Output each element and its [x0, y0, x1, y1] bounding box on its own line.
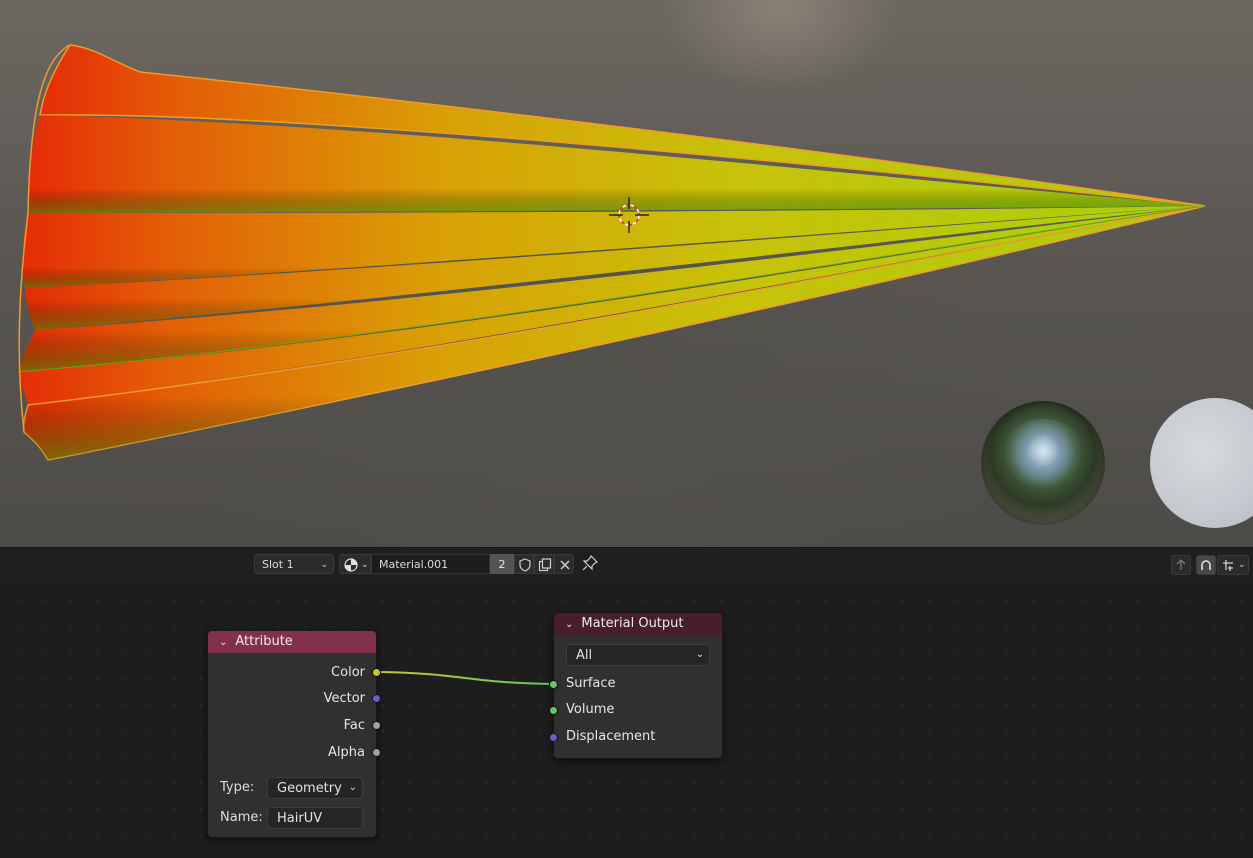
node-editor-canvas[interactable]: ⌄ Attribute Color Vector Fac Alpha Type: …	[0, 580, 1253, 858]
input-label-surface: Surface	[566, 676, 616, 691]
material-name-field[interactable]: Material.001	[371, 554, 490, 574]
attribute-node-header[interactable]: ⌄ Attribute	[208, 631, 376, 653]
snap-toggle[interactable]	[1196, 555, 1216, 575]
unlink-material-button[interactable]	[554, 554, 574, 574]
attribute-node[interactable]: ⌄ Attribute Color Vector Fac Alpha Type: …	[207, 630, 377, 838]
slot-label: Slot 1	[262, 558, 294, 571]
name-label: Name:	[220, 810, 263, 825]
node-title: Attribute	[235, 634, 293, 649]
material-output-node-header[interactable]: ⌄ Material Output	[554, 613, 722, 635]
3d-viewport[interactable]	[0, 0, 1253, 547]
input-socket-displacement[interactable]	[549, 733, 558, 742]
target-value: All	[576, 648, 593, 663]
chevron-down-icon[interactable]: ⌄	[565, 619, 573, 630]
hair-strand-group	[17, 44, 1206, 461]
node-editor-header: Slot 1 ⌄ ⌄ Material.001 2 ⌄	[0, 547, 1253, 580]
material-sphere-icon	[344, 558, 358, 572]
chevron-down-icon: ⌄	[1238, 560, 1246, 570]
fake-user-shield-icon	[519, 558, 531, 572]
material-output-node[interactable]: ⌄ Material Output All ⌄ Surface Volume Di…	[553, 612, 723, 759]
output-label-color: Color	[331, 665, 365, 680]
output-socket-alpha[interactable]	[372, 748, 381, 757]
input-label-volume: Volume	[566, 702, 615, 717]
type-value: Geometry	[277, 781, 342, 796]
output-label-fac: Fac	[343, 718, 365, 733]
snap-icon	[1201, 560, 1211, 570]
transform-icon	[1223, 560, 1233, 571]
output-socket-color[interactable]	[372, 668, 381, 677]
node-title: Material Output	[581, 616, 684, 631]
unlink-x-icon	[560, 560, 570, 570]
output-label-vector: Vector	[323, 691, 365, 706]
browse-material-button[interactable]: ⌄	[339, 554, 371, 574]
parent-arrow-icon	[1176, 559, 1186, 570]
snap-element-dropdown[interactable]: ⌄	[1217, 555, 1249, 575]
input-socket-surface[interactable]	[549, 680, 558, 689]
chevron-down-icon: ⌄	[695, 649, 704, 660]
chevron-down-icon: ⌄	[348, 782, 357, 793]
type-dropdown[interactable]: Geometry ⌄	[267, 777, 363, 799]
input-label-displacement: Displacement	[566, 729, 656, 744]
chevron-down-icon: ⌄	[320, 560, 328, 570]
new-material-button[interactable]	[534, 554, 554, 574]
pin-icon[interactable]	[582, 555, 598, 571]
fake-user-button[interactable]	[514, 554, 534, 574]
input-socket-volume[interactable]	[549, 706, 558, 715]
output-socket-vector[interactable]	[372, 694, 381, 703]
hdri-preview-sphere	[981, 401, 1105, 525]
chevron-down-icon: ⌄	[361, 560, 369, 570]
output-label-alpha: Alpha	[328, 745, 365, 760]
slot-dropdown[interactable]: Slot 1 ⌄	[254, 554, 334, 574]
output-socket-fac[interactable]	[372, 721, 381, 730]
attribute-name-field[interactable]: HairUV	[267, 807, 363, 829]
duplicate-icon	[538, 558, 552, 572]
type-label: Type:	[220, 780, 255, 795]
material-user-count[interactable]: 2	[490, 554, 514, 574]
parent-node-tree-button[interactable]	[1171, 555, 1191, 575]
chevron-down-icon[interactable]: ⌄	[219, 637, 227, 648]
target-dropdown[interactable]: All ⌄	[566, 644, 710, 666]
